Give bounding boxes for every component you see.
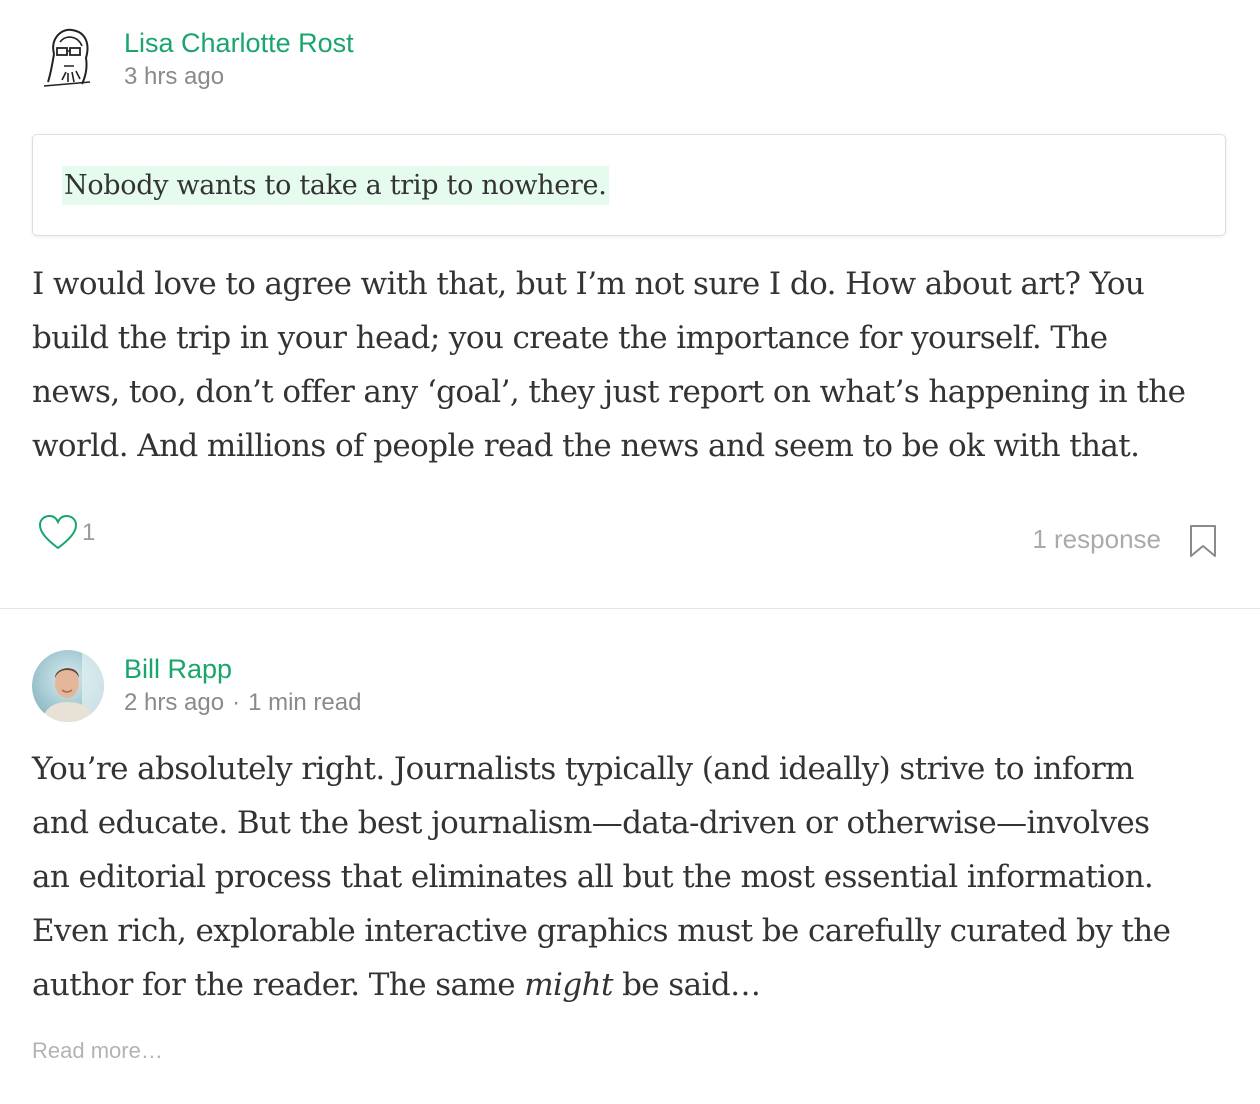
post2-body-line: You’re absolutely right. Journalists typ… [32, 751, 1134, 787]
post1-body-line: I would love to agree with that, but I’m… [32, 266, 1145, 302]
emphasis-text: might [524, 967, 613, 1003]
bookmark-icon [1190, 525, 1216, 557]
post2-body-line-last: author for the reader. The same might be… [32, 958, 1232, 1012]
responses-link[interactable]: 1 response [1032, 524, 1161, 555]
avatar-lisa[interactable] [32, 24, 104, 96]
sketch-avatar-icon [43, 28, 91, 87]
post1-timestamp[interactable]: 3 hrs ago [124, 61, 354, 93]
heart-icon [38, 514, 78, 550]
post1-author-row: Lisa Charlotte Rost 3 hrs ago [32, 24, 354, 96]
post1-body-line: build the trip in your head; you create … [32, 320, 1108, 356]
person-photo-icon [32, 650, 104, 722]
bookmark-button[interactable] [1189, 524, 1217, 563]
divider [0, 608, 1260, 609]
post1-body-line: world. And millions of people read the n… [32, 428, 1140, 464]
post2-body-line: an editorial process that eliminates all… [32, 859, 1154, 895]
post2-body[interactable]: You’re absolutely right. Journalists typ… [32, 742, 1232, 1012]
clap-button[interactable]: 1 [38, 514, 95, 552]
avatar-bill[interactable] [32, 650, 104, 722]
quoted-highlight-text: Nobody wants to take a trip to nowhere. [62, 165, 609, 205]
body-text-segment: author for the reader. The same [32, 967, 525, 1003]
body-text-segment: be said… [612, 967, 761, 1003]
post2-meta: Bill Rapp 2 hrs ago · 1 min read [124, 650, 361, 719]
post2-timestamp[interactable]: 2 hrs ago [124, 689, 224, 716]
post1-body[interactable]: I would love to agree with that, but I’m… [32, 257, 1232, 473]
post2-author-row: Bill Rapp 2 hrs ago · 1 min read [32, 650, 361, 722]
author-name-lisa[interactable]: Lisa Charlotte Rost [124, 26, 354, 60]
post1-meta: Lisa Charlotte Rost 3 hrs ago [124, 24, 354, 93]
post1-body-line: news, too, don’t offer any ‘goal’, they … [32, 374, 1186, 410]
meta-separator: · [232, 689, 241, 716]
quoted-highlight-box[interactable]: Nobody wants to take a trip to nowhere. [32, 134, 1226, 236]
post2-body-line: Even rich, explorable interactive graphi… [32, 913, 1171, 949]
post2-body-line: and educate. But the best journalism—dat… [32, 805, 1150, 841]
post2-timestamp-row: 2 hrs ago · 1 min read [124, 687, 361, 719]
read-time: 1 min read [248, 689, 362, 716]
clap-count: 1 [82, 519, 96, 546]
author-name-bill[interactable]: Bill Rapp [124, 652, 361, 686]
read-more-link[interactable]: Read more… [32, 1038, 163, 1064]
